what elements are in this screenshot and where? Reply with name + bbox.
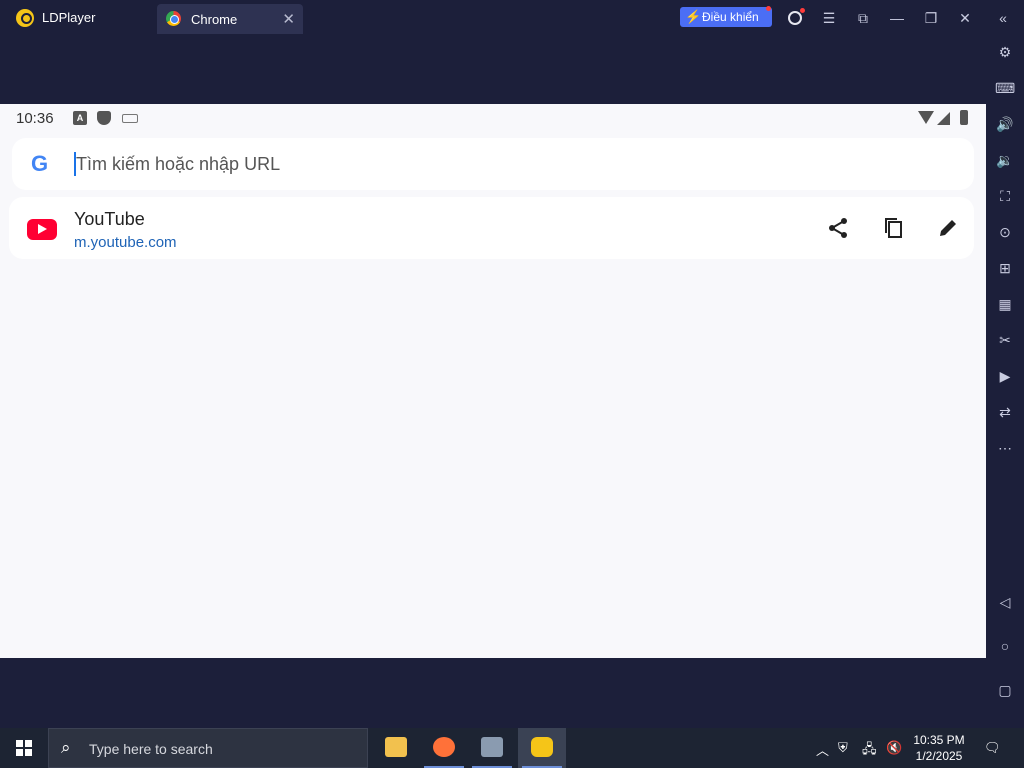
minimize-icon[interactable]: — [887,8,907,28]
ldplayer-taskbar-icon[interactable] [518,728,566,768]
apk-install-icon[interactable]: ▦ [995,294,1015,314]
youtube-icon [27,219,57,240]
omnibox[interactable]: G [12,138,974,190]
emulator-sidebar: ⚙ ⌨ 🔊 🔉 ⛶ ⊙ ⊞ ▦ ✂ ▶ ⇄ ⋯ ◁ ○ ▢ [986,36,1024,728]
windows-start-icon[interactable] [16,740,32,756]
notification-a-icon: A [73,111,87,125]
control-button-label: Điều khiển [702,10,759,24]
restore-icon[interactable]: ❐ [921,8,941,28]
chrome-icon [166,11,181,26]
suggestion-url: m.youtube.com [74,234,177,251]
shield-icon [97,111,111,125]
show-hidden-icons[interactable]: ︿ [816,740,829,759]
lightning-icon: ⚡ [685,9,702,24]
tab-label: Chrome [191,12,238,27]
volume-muted-icon[interactable]: 🔇 [886,740,902,756]
clock-time: 10:35 PM [913,733,965,747]
fullscreen-icon[interactable]: ⛶ [995,186,1015,206]
search-icon: ⌕ [61,738,71,757]
app-name: LDPlayer [42,10,96,25]
taskbar-search[interactable]: ⌕ Type here to search [48,728,368,768]
menu-icon[interactable]: ☰ [819,8,839,28]
battery-icon [960,110,968,125]
keyboard-status-icon [122,114,138,123]
tab-chrome[interactable]: Chrome ✕ [157,4,303,34]
edit-icon[interactable] [935,216,961,242]
user-icon[interactable] [785,8,805,28]
search-input[interactable] [76,152,776,176]
share-icon[interactable] [825,216,851,242]
home-icon[interactable]: ○ [995,636,1015,656]
collapse-icon[interactable]: « [993,8,1013,28]
windows-taskbar: ⌕ Type here to search ︿ ⛨ 🖧 🔇 10:35 PM 1… [0,728,1024,768]
suggestion-item[interactable]: YouTube m.youtube.com [9,197,974,259]
notification-dot [766,6,771,11]
google-icon: G [31,151,49,176]
close-tab-icon[interactable]: ✕ [282,10,295,28]
taskbar-search-placeholder: Type here to search [89,741,213,757]
screen-icon[interactable]: ⧉ [853,8,873,28]
volume-up-icon[interactable]: 🔊 [995,114,1015,134]
sync-icon[interactable]: ⇄ [995,402,1015,422]
multi-instance-icon[interactable]: ⊞ [995,258,1015,278]
settings-icon[interactable]: ⚙ [995,42,1015,62]
record-icon[interactable]: ▶ [995,366,1015,386]
copy-icon[interactable] [880,216,906,242]
taskbar-clock[interactable]: 10:35 PM 1/2/2025 [906,732,972,764]
app-icon[interactable] [468,728,516,768]
wifi-icon [918,111,934,124]
security-tray-icon[interactable]: ⛨ [838,740,848,756]
status-time: 10:36 [16,110,54,127]
ldplayer-logo-icon [16,9,34,27]
keyboard-icon[interactable]: ⌨ [995,78,1015,98]
more-icon[interactable]: ⋯ [995,438,1015,458]
network-icon[interactable]: 🖧 [862,740,877,762]
control-button[interactable]: ⚡ Điều khiển [680,6,772,27]
volume-down-icon[interactable]: 🔉 [995,150,1015,170]
android-screen: 10:36 A G YouTube m.youtube.com [0,104,986,658]
screenshot-icon[interactable]: ✂ [995,330,1015,350]
recent-apps-icon[interactable]: ▢ [995,680,1015,700]
location-icon[interactable]: ⊙ [995,222,1015,242]
notifications-icon[interactable]: 🗨 [984,740,1001,756]
file-explorer-icon[interactable] [372,728,420,768]
back-icon[interactable]: ◁ [995,592,1015,612]
close-icon[interactable]: ✕ [955,8,975,28]
signal-icon [937,112,950,125]
suggestion-title: YouTube [74,209,145,229]
emulator-titlebar: LDPlayer Chrome ✕ ⚡ Điều khiển ☰ ⧉ — ❐ ✕… [0,0,1024,36]
clock-date: 1/2/2025 [915,749,963,763]
firefox-icon[interactable] [420,728,468,768]
